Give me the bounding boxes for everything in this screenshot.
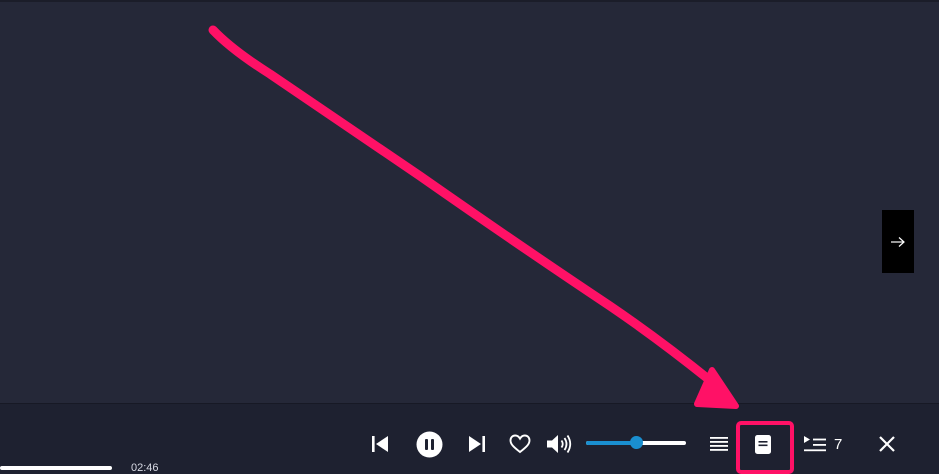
- book-button[interactable]: [750, 431, 776, 457]
- next-track-button[interactable]: [464, 431, 490, 457]
- favorite-button[interactable]: [507, 431, 533, 457]
- play-pause-button[interactable]: [414, 429, 444, 459]
- volume-high-icon: [547, 435, 572, 453]
- lyrics-button[interactable]: [706, 431, 732, 457]
- heart-outline-icon: [509, 434, 531, 454]
- queue-count: 7: [834, 436, 843, 453]
- skip-previous-icon: [372, 436, 388, 452]
- skip-next-icon: [469, 436, 485, 452]
- pause-icon: [416, 431, 442, 457]
- arrow-right-icon: [891, 236, 905, 247]
- music-player-window: 02:46 7: [0, 0, 939, 474]
- volume-button[interactable]: [544, 430, 574, 458]
- close-icon: [879, 436, 895, 452]
- main-content-area: [0, 2, 939, 403]
- next-panel-button[interactable]: [882, 210, 914, 273]
- elapsed-time: 02:46: [131, 462, 159, 474]
- book-icon: [755, 434, 771, 454]
- previous-track-button[interactable]: [367, 431, 393, 457]
- volume-fill: [586, 441, 636, 445]
- text-lines-icon: [710, 437, 728, 451]
- playback-progress-bar[interactable]: [0, 466, 112, 470]
- queue-button[interactable]: [801, 431, 829, 457]
- volume-thumb[interactable]: [629, 436, 643, 449]
- close-player-button[interactable]: [874, 431, 900, 457]
- volume-slider[interactable]: [586, 436, 686, 450]
- playlist-play-icon: [804, 436, 826, 452]
